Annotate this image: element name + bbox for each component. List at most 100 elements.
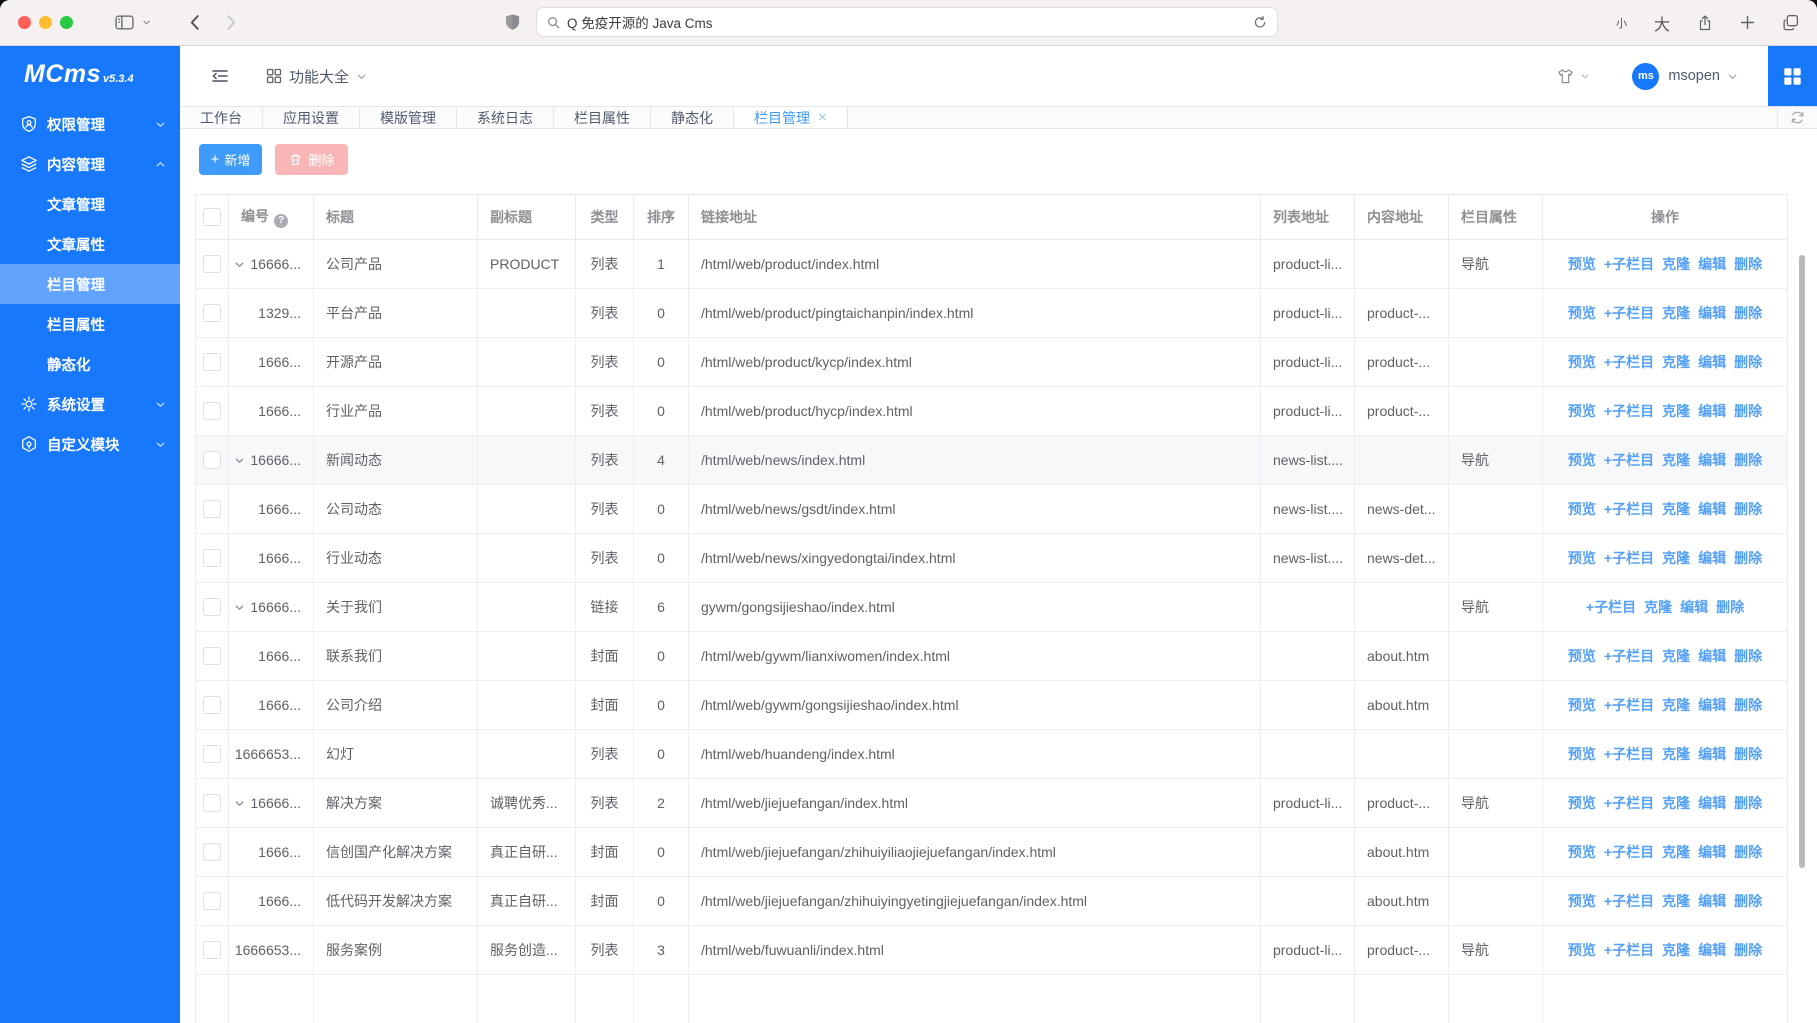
- action-clone[interactable]: 克隆: [1662, 352, 1690, 372]
- text-larger-button[interactable]: 大: [1654, 11, 1670, 35]
- sidebar-item-0[interactable]: 权限管理: [0, 104, 180, 144]
- action-delete[interactable]: 删除: [1734, 695, 1762, 715]
- select-all-checkbox[interactable]: [203, 208, 221, 226]
- row-checkbox[interactable]: [203, 500, 221, 518]
- row-checkbox[interactable]: [203, 745, 221, 763]
- add-button[interactable]: + 新增: [199, 144, 262, 175]
- help-icon[interactable]: ?: [274, 214, 288, 228]
- close-icon[interactable]: ×: [818, 110, 827, 125]
- sidebar-subitem-1-0[interactable]: 文章管理: [0, 184, 180, 224]
- chevron-down-icon[interactable]: [142, 18, 151, 27]
- action-preview[interactable]: 预览: [1568, 254, 1596, 274]
- action-clone[interactable]: 克隆: [1662, 548, 1690, 568]
- action-delete[interactable]: 删除: [1734, 891, 1762, 911]
- sidebar-subitem-1-4[interactable]: 静态化: [0, 344, 180, 384]
- action-delete[interactable]: 删除: [1734, 548, 1762, 568]
- action-delete[interactable]: 删除: [1734, 499, 1762, 519]
- action-add-subcolumn[interactable]: +子栏目: [1604, 744, 1654, 764]
- action-edit[interactable]: 编辑: [1698, 793, 1726, 813]
- expand-caret-icon[interactable]: [234, 455, 245, 466]
- theme-skin-dropdown[interactable]: [1556, 67, 1590, 86]
- action-clone[interactable]: 克隆: [1662, 499, 1690, 519]
- action-clone[interactable]: 克隆: [1662, 891, 1690, 911]
- action-delete[interactable]: 删除: [1734, 940, 1762, 960]
- action-clone[interactable]: 克隆: [1662, 793, 1690, 813]
- action-add-subcolumn[interactable]: +子栏目: [1604, 842, 1654, 862]
- action-preview[interactable]: 预览: [1568, 646, 1596, 666]
- row-checkbox[interactable]: [203, 647, 221, 665]
- action-preview[interactable]: 预览: [1568, 940, 1596, 960]
- action-add-subcolumn[interactable]: +子栏目: [1604, 793, 1654, 813]
- reload-icon[interactable]: [1253, 15, 1267, 30]
- action-clone[interactable]: 克隆: [1662, 401, 1690, 421]
- action-edit[interactable]: 编辑: [1698, 695, 1726, 715]
- action-add-subcolumn[interactable]: +子栏目: [1586, 597, 1636, 617]
- row-checkbox[interactable]: [203, 353, 221, 371]
- action-add-subcolumn[interactable]: +子栏目: [1604, 303, 1654, 323]
- share-icon[interactable]: [1697, 14, 1713, 32]
- sidebar-toggle-icon[interactable]: [115, 15, 134, 30]
- app-menu-dropdown[interactable]: 功能大全: [266, 66, 367, 87]
- action-clone[interactable]: 克隆: [1662, 940, 1690, 960]
- action-clone[interactable]: 克隆: [1662, 842, 1690, 862]
- action-edit[interactable]: 编辑: [1698, 646, 1726, 666]
- action-clone[interactable]: 克隆: [1662, 303, 1690, 323]
- action-edit[interactable]: 编辑: [1698, 499, 1726, 519]
- row-checkbox[interactable]: [203, 843, 221, 861]
- action-delete[interactable]: 删除: [1716, 597, 1744, 617]
- avatar[interactable]: ms: [1632, 63, 1659, 90]
- action-preview[interactable]: 预览: [1568, 548, 1596, 568]
- row-checkbox[interactable]: [203, 304, 221, 322]
- action-clone[interactable]: 克隆: [1644, 597, 1672, 617]
- tab-5[interactable]: 静态化: [651, 107, 734, 128]
- sidebar-subitem-1-1[interactable]: 文章属性: [0, 224, 180, 264]
- action-preview[interactable]: 预览: [1568, 499, 1596, 519]
- text-smaller-button[interactable]: 小: [1616, 15, 1627, 31]
- vertical-scrollbar[interactable]: [1799, 255, 1805, 868]
- new-tab-icon[interactable]: [1740, 15, 1755, 30]
- action-add-subcolumn[interactable]: +子栏目: [1604, 254, 1654, 274]
- sidebar-subitem-1-2[interactable]: 栏目管理: [0, 264, 180, 304]
- fullscreen-window-button[interactable]: [60, 16, 73, 29]
- sidebar-subitem-1-3[interactable]: 栏目属性: [0, 304, 180, 344]
- action-add-subcolumn[interactable]: +子栏目: [1604, 548, 1654, 568]
- action-delete[interactable]: 删除: [1734, 744, 1762, 764]
- address-bar[interactable]: Q 免疫开源的 Java Cms: [536, 7, 1278, 37]
- tab-0[interactable]: 工作台: [180, 107, 263, 128]
- action-preview[interactable]: 预览: [1568, 303, 1596, 323]
- row-checkbox[interactable]: [203, 598, 221, 616]
- show-tabs-icon[interactable]: [1782, 14, 1799, 31]
- privacy-shield-icon[interactable]: [505, 13, 520, 36]
- action-delete[interactable]: 删除: [1734, 646, 1762, 666]
- action-clone[interactable]: 克隆: [1662, 450, 1690, 470]
- row-checkbox[interactable]: [203, 451, 221, 469]
- back-button[interactable]: [189, 14, 200, 31]
- tab-2[interactable]: 模版管理: [360, 107, 457, 128]
- action-edit[interactable]: 编辑: [1698, 940, 1726, 960]
- collapse-menu-icon[interactable]: [210, 66, 230, 86]
- action-preview[interactable]: 预览: [1568, 842, 1596, 862]
- row-checkbox[interactable]: [203, 549, 221, 567]
- action-add-subcolumn[interactable]: +子栏目: [1604, 646, 1654, 666]
- action-preview[interactable]: 预览: [1568, 744, 1596, 764]
- action-preview[interactable]: 预览: [1568, 450, 1596, 470]
- action-clone[interactable]: 克隆: [1662, 744, 1690, 764]
- action-add-subcolumn[interactable]: +子栏目: [1604, 695, 1654, 715]
- row-checkbox[interactable]: [203, 941, 221, 959]
- row-checkbox[interactable]: [203, 402, 221, 420]
- action-delete[interactable]: 删除: [1734, 450, 1762, 470]
- action-edit[interactable]: 编辑: [1680, 597, 1708, 617]
- action-add-subcolumn[interactable]: +子栏目: [1604, 401, 1654, 421]
- tab-3[interactable]: 系统日志: [457, 107, 554, 128]
- refresh-tab-button[interactable]: [1777, 107, 1817, 128]
- tab-1[interactable]: 应用设置: [263, 107, 360, 128]
- sidebar-item-3[interactable]: 自定义模块: [0, 424, 180, 464]
- action-edit[interactable]: 编辑: [1698, 744, 1726, 764]
- action-preview[interactable]: 预览: [1568, 891, 1596, 911]
- action-edit[interactable]: 编辑: [1698, 352, 1726, 372]
- action-delete[interactable]: 删除: [1734, 254, 1762, 274]
- minimize-window-button[interactable]: [39, 16, 52, 29]
- expand-caret-icon[interactable]: [234, 259, 245, 270]
- action-preview[interactable]: 预览: [1568, 793, 1596, 813]
- action-add-subcolumn[interactable]: +子栏目: [1604, 450, 1654, 470]
